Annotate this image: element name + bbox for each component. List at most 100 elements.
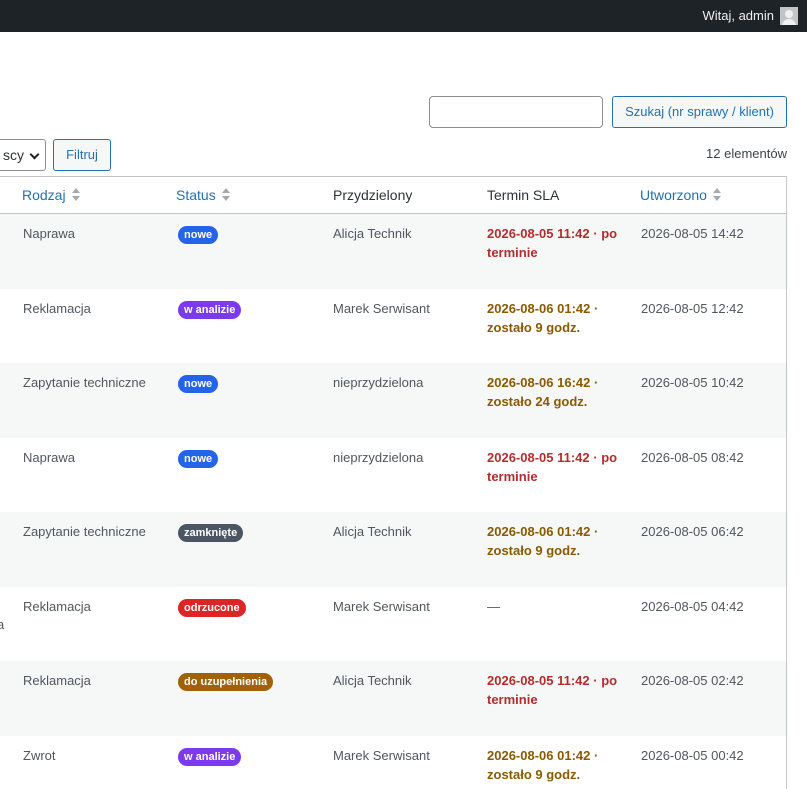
status-badge: nowe [178, 375, 219, 393]
assigned-to: Alicja Technik [333, 673, 412, 688]
created-date: 2026-08-05 12:42 [641, 300, 744, 316]
truncated-cell-edge: : [0, 393, 1, 408]
sla-remaining: zostało 24 godz. [487, 394, 588, 409]
sla-date: 2026-08-05 11:42 · po [487, 226, 618, 241]
status-cell: nowe [178, 224, 219, 244]
column-header-status[interactable]: Status [176, 186, 231, 204]
table-row[interactable]: Naprawa nowe Alicja Technik 2026-08-05 11:4… [0, 214, 786, 289]
sla-deadline: 2026-08-05 11:42 · po terminie [487, 671, 627, 709]
column-header-label: Rodzaj [22, 187, 66, 203]
table-header: Rodzaj Status Przydzielony Termin SLA Ut… [0, 177, 786, 214]
case-type: Zwrot [23, 747, 56, 763]
sla-date: 2026-08-06 01:42 · [487, 300, 599, 316]
assigned-to: Alicja Technik [333, 524, 412, 539]
sla-deadline: 2026-08-06 01:42 · zostało 9 godz. [487, 746, 627, 784]
assigned-to: Marek Serwisant [333, 747, 430, 763]
status-filter-select[interactable]: scy [0, 139, 46, 171]
sla-date: 2026-08-05 11:42 · po [487, 673, 618, 688]
sort-icon [712, 188, 722, 202]
status-badge: odrzucone [178, 598, 246, 617]
status-filter-value: scy [3, 147, 24, 163]
assigned-to: Alicja Technik [333, 226, 412, 241]
status-badge: nowe [178, 226, 219, 244]
admin-bar: Witaj, admin [0, 0, 807, 32]
case-type: Zapytanie techniczne [23, 524, 146, 539]
sla-remaining: terminie [487, 468, 538, 484]
sort-icon [221, 188, 231, 202]
status-badge: do uzupełnienia [178, 673, 274, 691]
table-row[interactable]: Reklamacja w analizie Marek Serwisant 2026-… [0, 289, 786, 364]
sla-remaining: zostało 9 godz. [487, 766, 581, 782]
created-date: 2026-08-05 06:42 [641, 524, 744, 539]
case-type: Naprawa [23, 226, 76, 241]
table-row[interactable]: . Naprawa nowe nieprzydzielona 2026-08-05 11… [0, 438, 786, 513]
case-type: Reklamacja [23, 300, 91, 316]
search-button[interactable]: Szukaj (nr sprawy / klient) [612, 96, 787, 128]
assigned-to: Marek Serwisant [333, 300, 430, 316]
column-header-przydzielony: Przydzielony [333, 187, 413, 203]
assigned-to: nieprzydzielona [333, 449, 424, 465]
table-row[interactable]: Zapytanie techniczne zamknięte Alicja Tech… [0, 512, 786, 587]
sla-date: 2026-08-06 01:42 · [487, 747, 599, 763]
admin-greeting[interactable]: Witaj, admin [702, 8, 774, 24]
sla-date: 2026-08-06 16:42 · [487, 375, 599, 390]
created-date: 2026-08-05 04:42 [641, 598, 744, 614]
created-date: 2026-08-05 14:42 [641, 226, 744, 241]
cases-table: Rodzaj Status Przydzielony Termin SLA Ut… [0, 176, 787, 789]
column-header-label: Status [176, 187, 216, 203]
column-header-label: Utworzono [640, 187, 707, 203]
column-header-termin-sla: Termin SLA [487, 187, 560, 203]
sla-date: 2026-08-06 01:42 · [487, 524, 599, 539]
assigned-to: nieprzydzielona [333, 375, 424, 390]
status-cell: w analizie [178, 299, 242, 319]
status-cell: zamknięte [178, 522, 244, 542]
status-cell: do uzupełnienia [178, 671, 274, 691]
sla-remaining: terminie [487, 692, 538, 707]
sla-deadline: 2026-08-05 11:42 · po terminie [487, 448, 627, 486]
sla-deadline: 2026-08-05 11:42 · po terminie [487, 224, 627, 262]
status-cell: nowe [178, 448, 219, 468]
case-type: Reklamacja [23, 673, 91, 688]
created-date: 2026-08-05 00:42 [641, 747, 744, 763]
sla-date: — [487, 598, 500, 614]
sort-icon [71, 188, 81, 202]
avatar[interactable] [780, 7, 798, 25]
status-badge: w analizie [178, 747, 242, 766]
sla-remaining: zostało 9 godz. [487, 319, 581, 335]
table-row[interactable]: a Reklamacja odrzucone Marek Serwisant — 2026… [0, 587, 786, 662]
table-row[interactable]: Reklamacja do uzupełnienia Alicja Technik 2… [0, 661, 786, 736]
status-badge: nowe [178, 449, 219, 468]
status-badge: w analizie [178, 300, 242, 319]
created-date: 2026-08-05 10:42 [641, 375, 744, 390]
column-header-utworzono[interactable]: Utworzono [640, 186, 722, 204]
sla-remaining: zostało 9 godz. [487, 543, 581, 558]
column-header-rodzaj[interactable]: Rodzaj [22, 186, 81, 204]
table-row[interactable]: Zwrot w analizie Marek Serwisant 2026-08-06… [0, 736, 786, 789]
truncated-cell-edge: . [0, 468, 1, 483]
truncated-cell-edge: a [0, 617, 4, 632]
created-date: 2026-08-05 08:42 [641, 449, 744, 465]
table-body: Naprawa nowe Alicja Technik 2026-08-05 11:4… [0, 214, 786, 789]
table-row[interactable]: : Zapytanie techniczne nowe nieprzydzielona… [0, 363, 786, 438]
case-type: Naprawa [23, 449, 76, 465]
sla-deadline: 2026-08-06 01:42 · zostało 9 godz. [487, 522, 627, 560]
filter-button[interactable]: Filtruj [53, 139, 111, 171]
sla-date: 2026-08-05 11:42 · po [487, 449, 618, 465]
sla-deadline: 2026-08-06 16:42 · zostało 24 godz. [487, 373, 627, 411]
search-input[interactable] [429, 96, 603, 128]
status-cell: w analizie [178, 746, 242, 766]
case-type: Reklamacja [23, 598, 91, 614]
items-count: 12 elementów [706, 146, 787, 161]
status-cell: nowe [178, 373, 219, 393]
status-badge: zamknięte [178, 524, 244, 542]
avatar-body-shape [782, 19, 796, 25]
status-cell: odrzucone [178, 597, 246, 617]
assigned-to: Marek Serwisant [333, 598, 430, 614]
sla-deadline: — [487, 597, 627, 616]
chevron-down-icon [29, 149, 40, 160]
avatar-head-shape [785, 10, 793, 18]
created-date: 2026-08-05 02:42 [641, 673, 744, 688]
sla-remaining: terminie [487, 245, 538, 260]
case-type: Zapytanie techniczne [23, 375, 146, 390]
sla-deadline: 2026-08-06 01:42 · zostało 9 godz. [487, 299, 627, 337]
